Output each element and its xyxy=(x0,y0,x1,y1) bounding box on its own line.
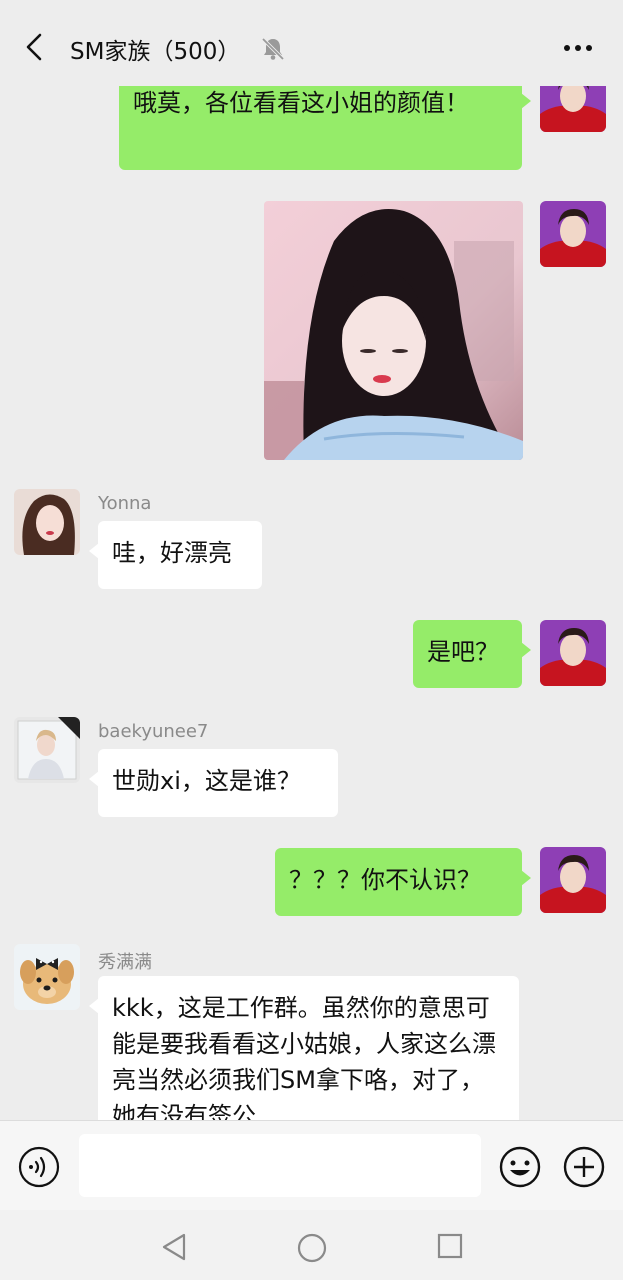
shared-photo[interactable] xyxy=(264,201,523,460)
message-text: 是吧？ xyxy=(427,638,499,666)
message-text: 哦莫，各位看看这小姐的颜值！ xyxy=(133,89,469,117)
my-avatar[interactable] xyxy=(540,620,606,686)
message-text: kkk，这是工作群。虽然你的意思可能是要我看看这小姑娘，人家这么漂亮当然必须我们… xyxy=(112,994,496,1120)
message-bubble-m4[interactable]: 是吧？ xyxy=(413,620,531,688)
my-avatar[interactable] xyxy=(540,847,606,913)
member-avatar-yonna[interactable] xyxy=(14,489,80,555)
chat-title: SM家族（500） xyxy=(70,39,241,65)
message-bubble-m6[interactable]: ？？？你不认识？ xyxy=(275,848,531,916)
message-bubble-m3[interactable]: 哇，好漂亮 xyxy=(89,521,262,589)
my-avatar[interactable] xyxy=(540,201,606,267)
chat-message-list[interactable]: 哦莫，各位看看这小姐的颜值！ Yonna 哇，好漂亮 是吧？ baekyunee… xyxy=(0,86,623,1120)
message-text: ？？？你不认识？ xyxy=(289,866,481,894)
sender-name: 秀满满 xyxy=(98,952,152,973)
sender-name: baekyunee7 xyxy=(98,721,209,742)
sender-name: Yonna xyxy=(98,493,152,514)
message-text: 哇，好漂亮 xyxy=(112,539,232,567)
member-avatar-xiumanman[interactable] xyxy=(14,944,80,1010)
message-input-bar xyxy=(0,1120,623,1210)
message-bubble-m1[interactable]: 哦莫，各位看看这小姐的颜值！ xyxy=(119,86,531,170)
message-text: 世勋xi，这是谁？ xyxy=(112,767,301,795)
message-input[interactable] xyxy=(79,1134,481,1197)
member-avatar-baekyunee7[interactable] xyxy=(14,717,80,783)
message-bubble-m5[interactable]: 世勋xi，这是谁？ xyxy=(89,749,338,817)
voice-icon[interactable] xyxy=(18,1146,60,1188)
message-bubble-m7[interactable]: kkk，这是工作群。虽然你的意思可能是要我看看这小姑娘，人家这么漂亮当然必须我们… xyxy=(89,976,519,1120)
more-dots-icon[interactable] xyxy=(563,44,593,52)
nav-recent-apps-icon[interactable] xyxy=(436,1232,464,1260)
bell-muted-icon xyxy=(261,37,285,61)
back-chevron-icon[interactable] xyxy=(20,32,50,62)
nav-back-icon[interactable] xyxy=(160,1232,188,1262)
chat-header: SM家族（500） xyxy=(0,0,623,86)
system-nav-bar xyxy=(0,1210,623,1280)
nav-home-icon[interactable] xyxy=(296,1232,328,1264)
plus-icon[interactable] xyxy=(562,1145,606,1189)
my-avatar[interactable] xyxy=(540,86,606,132)
emoji-icon[interactable] xyxy=(498,1145,542,1189)
